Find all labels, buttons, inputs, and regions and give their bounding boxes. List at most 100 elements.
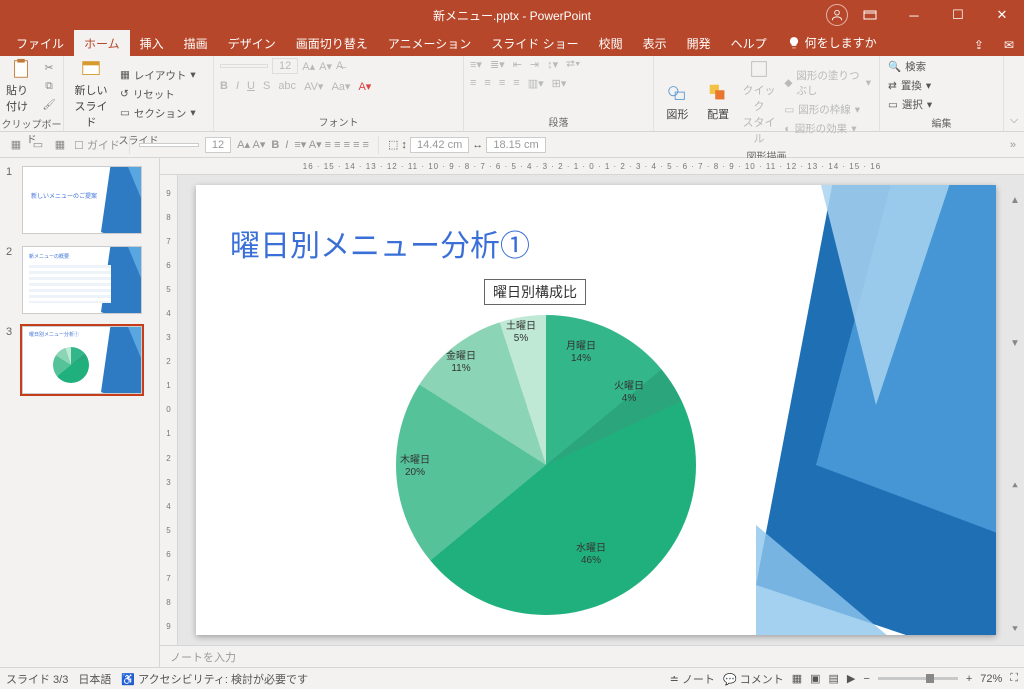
font-color-button[interactable]: A▾	[358, 80, 371, 93]
qat-fontsize[interactable]: 12	[205, 137, 231, 153]
comments-pane-button[interactable]: ✉	[994, 33, 1024, 56]
bold-button[interactable]: B	[220, 80, 228, 93]
minimize-button[interactable]: ─	[892, 0, 936, 30]
view-sorter-icon[interactable]: ▣	[810, 672, 820, 685]
collapse-ribbon-icon[interactable]: ⌵	[1004, 56, 1024, 131]
zoom-out-button[interactable]: −	[863, 673, 869, 685]
thumb-1[interactable]: 新しいメニューのご提案	[22, 166, 142, 234]
font-family-select[interactable]	[220, 64, 268, 68]
qat-icon-1[interactable]: ▦	[8, 137, 24, 153]
find-button[interactable]: 🔍 検索	[886, 58, 934, 75]
tab-home[interactable]: ホーム	[74, 30, 130, 56]
select-button[interactable]: ▭ 選択 ▾	[886, 96, 934, 113]
text-direction-icon[interactable]: ⮂▾	[566, 58, 580, 71]
thumb-3[interactable]: 曜日別メニュー分析①	[22, 326, 142, 394]
zoom-in-button[interactable]: +	[966, 673, 972, 685]
underline-button[interactable]: U	[247, 80, 255, 93]
clear-format-icon[interactable]: A̶	[336, 60, 343, 72]
view-reading-icon[interactable]: ▤	[829, 672, 839, 685]
tab-design[interactable]: デザイン	[218, 30, 286, 56]
slide-counter[interactable]: スライド 3/3	[6, 671, 68, 687]
chart-title[interactable]: 曜日別構成比	[484, 279, 586, 305]
comments-toggle[interactable]: 💬 コメント	[723, 671, 784, 687]
qat-icon-2[interactable]: ▭	[30, 137, 46, 153]
line-spacing-icon[interactable]: ↕▾	[547, 58, 558, 71]
strike-button[interactable]: abc	[278, 80, 296, 93]
notes-pane[interactable]: ノートを入力	[160, 645, 1024, 667]
shape-width[interactable]: 18.15 cm	[486, 137, 545, 153]
tab-help[interactable]: ヘルプ	[721, 30, 777, 56]
accessibility-status[interactable]: ♿ アクセシビリティ: 検討が必要です	[121, 671, 308, 687]
layout-button[interactable]: ▦ レイアウト ▾	[118, 67, 198, 84]
slide-title[interactable]: 曜日別メニュー分析①	[230, 221, 530, 265]
justify-icon[interactable]: ≡	[513, 77, 519, 90]
shape-fill-button[interactable]: ◆ 図形の塗りつぶし ▾	[782, 67, 873, 99]
paste-button[interactable]: 貼り付け	[6, 58, 35, 114]
numbering-button[interactable]: ≣▾	[490, 58, 505, 71]
pie-chart[interactable]: 月曜日 14% 火曜日 4% 水曜日 46% 木曜日 20% 金曜日 11% 土…	[396, 315, 696, 615]
shadow-button[interactable]: S	[263, 80, 270, 93]
account-avatar[interactable]	[826, 4, 848, 26]
label-wed: 水曜日 46%	[576, 543, 606, 567]
qat-overflow-icon[interactable]: »	[1010, 139, 1016, 151]
shape-outline-button[interactable]: ▭ 図形の枠線 ▾	[782, 101, 873, 118]
tab-review[interactable]: 校閲	[589, 30, 633, 56]
change-case-button[interactable]: Aa▾	[331, 80, 350, 93]
zoom-percent[interactable]: 72%	[980, 673, 1002, 685]
tab-insert[interactable]: 挿入	[130, 30, 174, 56]
quick-styles-button[interactable]: クイック スタイル	[742, 58, 777, 146]
tab-transitions[interactable]: 画面切り替え	[286, 30, 378, 56]
new-slide-label: 新しい スライド	[70, 82, 112, 130]
qat-icon-3[interactable]: ▦	[52, 137, 68, 153]
align-left-icon[interactable]: ≡	[470, 77, 476, 90]
arrange-button[interactable]: 配置	[701, 82, 736, 122]
zoom-slider[interactable]	[878, 677, 958, 680]
section-button[interactable]: ▭ セクション ▾	[118, 105, 198, 122]
columns-icon[interactable]: ▥▾	[528, 77, 544, 90]
new-slide-button[interactable]: 新しい スライド	[70, 58, 112, 130]
language-status[interactable]: 日本語	[78, 671, 111, 687]
tab-developer[interactable]: 開発	[677, 30, 721, 56]
tab-draw[interactable]: 描画	[174, 30, 218, 56]
thumb-2[interactable]: 新メニューの概要	[22, 246, 142, 314]
guide-checkbox[interactable]: ☐ ガイド	[74, 137, 120, 153]
decrease-font-icon[interactable]: A▾	[319, 60, 332, 73]
decrease-indent-icon[interactable]: ⇤	[513, 58, 522, 71]
window-title: 新メニュー.pptx - PowerPoint	[433, 7, 591, 24]
tab-animations[interactable]: アニメーション	[378, 30, 482, 56]
share-button[interactable]: ⇪	[964, 33, 994, 56]
label-mon: 月曜日 14%	[566, 341, 596, 365]
align-center-icon[interactable]: ≡	[484, 77, 490, 90]
shapes-button[interactable]: 図形	[660, 82, 695, 122]
bullets-button[interactable]: ≡▾	[470, 58, 482, 71]
close-button[interactable]: ✕	[980, 0, 1024, 30]
reset-button[interactable]: ↺ リセット	[118, 86, 198, 103]
smartart-icon[interactable]: ⊞▾	[552, 77, 567, 90]
slide-canvas[interactable]: 曜日別メニュー分析① 曜日別構成比 月曜日 14% 火曜日 4% 水曜日 46%…	[178, 175, 1024, 645]
tab-view[interactable]: 表示	[633, 30, 677, 56]
increase-font-icon[interactable]: A▴	[302, 60, 315, 73]
view-normal-icon[interactable]: ▦	[792, 672, 802, 685]
slide[interactable]: 曜日別メニュー分析① 曜日別構成比 月曜日 14% 火曜日 4% 水曜日 46%…	[196, 185, 996, 635]
tell-me[interactable]: 何をしますか	[777, 29, 887, 56]
vertical-scrollbar[interactable]: ▲▼⯅⯆	[1008, 195, 1022, 635]
ribbon-display-icon[interactable]	[848, 0, 892, 30]
shape-height[interactable]: 14.42 cm	[410, 137, 469, 153]
format-painter-icon[interactable]: 🖌	[41, 96, 57, 112]
fit-window-icon[interactable]: ⛶	[1010, 672, 1018, 685]
replace-button[interactable]: ⇄ 置換 ▾	[886, 77, 934, 94]
spacing-button[interactable]: AV▾	[304, 80, 323, 93]
tab-slideshow[interactable]: スライド ショー	[481, 30, 588, 56]
italic-button[interactable]: I	[236, 80, 239, 93]
cut-icon[interactable]: ✂	[41, 60, 57, 76]
increase-indent-icon[interactable]: ⇥	[530, 58, 539, 71]
qat-font-select[interactable]	[139, 143, 199, 147]
copy-icon[interactable]: ⧉	[41, 78, 57, 94]
view-slideshow-icon[interactable]: ▶	[847, 672, 855, 685]
shape-effects-button[interactable]: ◐ 図形の効果 ▾	[782, 120, 873, 137]
align-right-icon[interactable]: ≡	[499, 77, 505, 90]
font-size-select[interactable]: 12	[272, 58, 298, 74]
notes-toggle[interactable]: ≐ ノート	[670, 671, 715, 687]
tab-file[interactable]: ファイル	[6, 30, 74, 56]
maximize-button[interactable]: ☐	[936, 0, 980, 30]
